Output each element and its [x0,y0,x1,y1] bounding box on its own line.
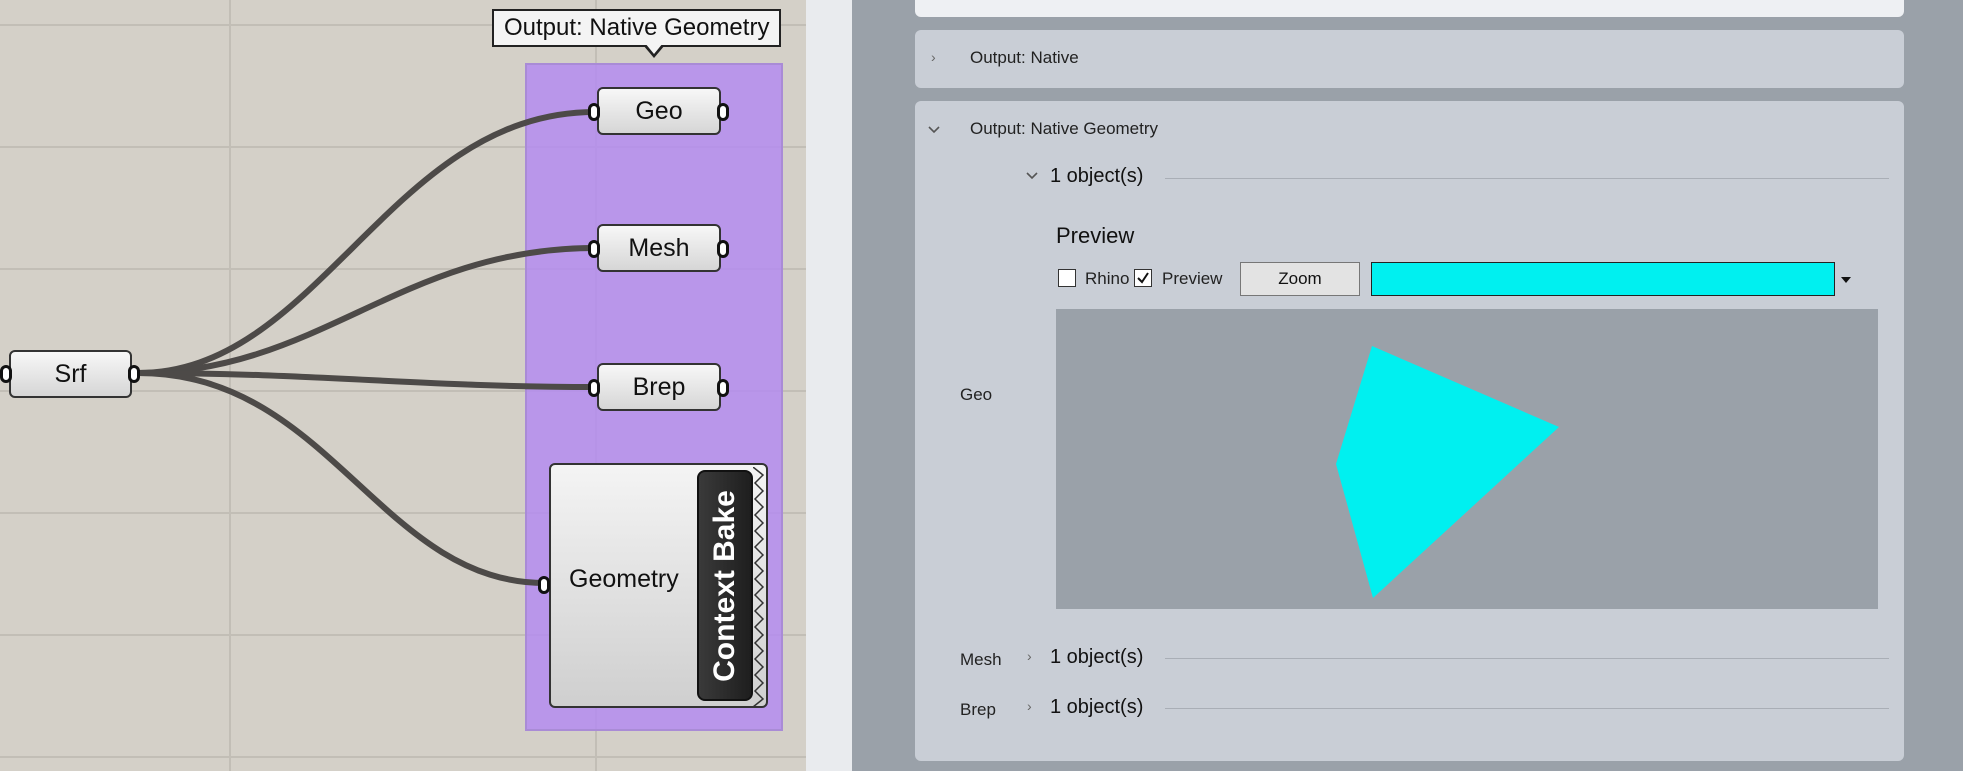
wire-srf-geometry [137,370,546,586]
section-output-native-geometry[interactable]: Output: Native Geometry 1 object(s) Geo … [915,101,1904,761]
section-output-native[interactable]: › Output: Native [915,30,1904,88]
mesh-node[interactable]: Mesh [597,224,721,272]
mesh-node-label: Mesh [628,234,690,262]
separator [1165,178,1889,179]
context-bake-title-strip: Context Bake [697,470,753,701]
rhino-checkbox[interactable] [1058,269,1076,287]
mesh-input-port[interactable] [588,240,600,258]
viewport-canvas [1336,346,1559,598]
separator [1165,658,1889,659]
geometry-input-port[interactable] [538,576,550,594]
brep-output-port[interactable] [717,379,729,397]
geo-node[interactable]: Geo [597,87,721,135]
previous-section-card [915,0,1904,17]
panel-divider [806,0,852,771]
tooltip-tail [643,43,665,58]
geo-input-port[interactable] [588,103,600,121]
mesh-side-label: Mesh [960,650,1002,669]
geo-objects-label[interactable]: 1 object(s) [1050,165,1143,188]
tooltip: Output: Native Geometry [492,9,782,47]
chevron-down-icon[interactable] [927,123,941,137]
wire-srf-mesh [137,245,596,376]
inspector-panel: › Output: Native Output: Native Geometry… [852,0,1963,771]
separator [1165,708,1889,709]
zoom-button[interactable]: Zoom [1240,262,1360,296]
geometry-input-label: Geometry [569,565,679,593]
brep-node-label: Brep [632,373,686,401]
brep-objects-label[interactable]: 1 object(s) [1050,696,1143,719]
chevron-down-icon[interactable] [1025,169,1039,183]
zigzag-edge-icon [753,467,765,707]
chevron-right-icon[interactable]: › [1027,699,1041,713]
srf-node-label: Srf [54,360,87,388]
wire-srf-geo [137,109,596,376]
brep-side-label: Brep [960,700,996,719]
surface-preview-shape [1336,346,1559,598]
geo-output-port[interactable] [717,103,729,121]
chevron-right-icon[interactable]: › [1027,649,1041,663]
geo-side-label: Geo [960,385,993,404]
grasshopper-canvas[interactable]: Output: Native Geometry Srf Geo Mesh Bre… [0,0,806,771]
preview-checkbox[interactable] [1134,269,1152,287]
rhino-checkbox-label[interactable]: Rhino [1085,269,1129,289]
preview-checkbox-label[interactable]: Preview [1162,269,1222,289]
context-bake-node[interactable]: Geometry Context Bake [549,463,768,708]
preview-title: Preview [1056,223,1135,248]
mesh-objects-label[interactable]: 1 object(s) [1050,646,1143,669]
geo-node-label: Geo [635,97,683,125]
preview-viewport[interactable] [1056,309,1878,609]
srf-node[interactable]: Srf [9,350,132,398]
srf-input-port[interactable] [0,365,12,383]
section-title: Output: Native Geometry [970,119,1159,138]
checkmark-icon [1137,272,1149,284]
brep-input-port[interactable] [588,379,600,397]
brep-node[interactable]: Brep [597,363,721,411]
section-title: Output: Native [970,48,1079,67]
color-picker-swatch[interactable] [1371,262,1835,296]
srf-output-port[interactable] [128,365,140,383]
color-dropdown-arrow-icon[interactable] [1841,277,1851,283]
context-bake-title: Context Bake [708,489,741,682]
mesh-output-port[interactable] [717,240,729,258]
chevron-right-icon[interactable]: › [931,50,945,64]
